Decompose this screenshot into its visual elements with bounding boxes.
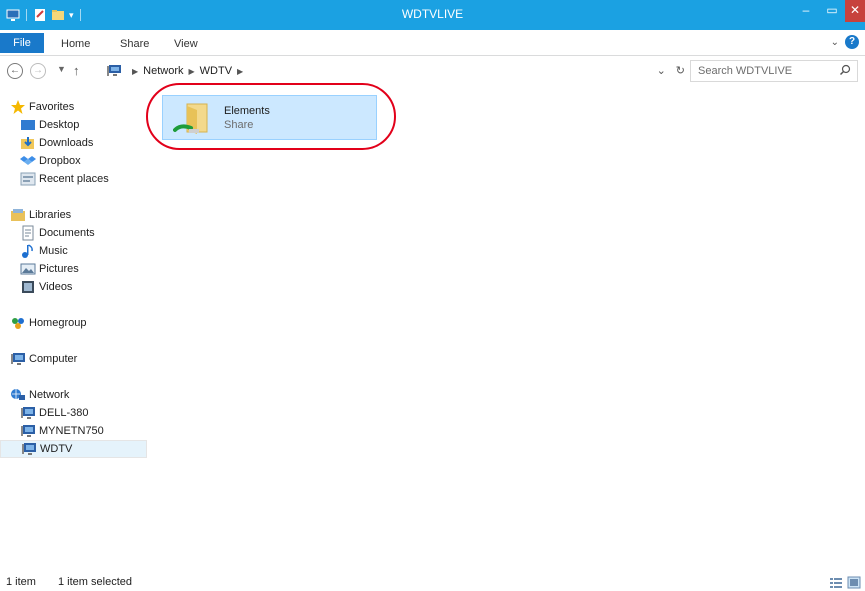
recent-locations-dropdown[interactable]: ▼ [57, 64, 66, 74]
search-icon[interactable] [839, 64, 851, 76]
nav-favorites[interactable]: Favorites [0, 98, 147, 116]
nav-label: Homegroup [29, 317, 87, 329]
nav-label: Downloads [39, 137, 94, 149]
large-icons-view-icon[interactable] [847, 576, 861, 589]
nav-music[interactable]: Music [0, 242, 147, 260]
breadcrumb-network[interactable]: Network [143, 65, 183, 77]
nav-desktop[interactable]: Desktop [0, 116, 147, 134]
ribbon-tabs: File Home Share View ⌄ ? [0, 30, 865, 56]
breadcrumb-chevron-icon[interactable]: ▶ [189, 67, 195, 76]
nav-label: DELL-380 [39, 407, 89, 419]
nav-label: Libraries [29, 209, 72, 221]
nav-label: Videos [39, 281, 73, 293]
window-title: WDTVLIVE [401, 7, 464, 21]
network-computer-icon [107, 65, 121, 76]
nav-documents[interactable]: Documents [0, 224, 147, 242]
details-view-icon[interactable] [829, 576, 843, 589]
nav-downloads[interactable]: Downloads [0, 134, 147, 152]
help-icon[interactable]: ? [845, 35, 859, 49]
homegroup-icon [12, 318, 24, 329]
nav-label: Pictures [39, 263, 79, 275]
title-bar: ▾ WDTVLIVE – ▭ ✕ [0, 0, 865, 30]
tab-home[interactable]: Home [61, 35, 90, 53]
nav-label: Favorites [29, 101, 75, 113]
nav-computer[interactable]: Computer [0, 350, 147, 368]
nav-recent-places[interactable]: Recent places [0, 170, 147, 188]
computer-icon [11, 353, 25, 365]
address-controls: ⌄ ↻ [657, 64, 685, 77]
nav-label: Documents [39, 227, 95, 239]
nav-network[interactable]: Network [0, 386, 147, 404]
item-name: Elements [224, 105, 270, 117]
music-icon [22, 244, 33, 258]
recent-places-icon [20, 172, 36, 186]
pictures-icon [20, 263, 36, 275]
maximize-button[interactable]: ▭ [819, 0, 845, 22]
status-bar: 1 item 1 item selected [0, 576, 865, 591]
item-type: Share [224, 119, 254, 131]
breadcrumb-chevron-icon[interactable]: ▶ [132, 67, 138, 76]
minimize-button[interactable]: – [793, 0, 819, 22]
refresh-icon[interactable]: ↻ [676, 64, 685, 77]
address-bar[interactable]: ▶ Network ▶ WDTV ▶ ⌄ ↻ [104, 60, 686, 82]
share-item-elements[interactable]: Elements Share [162, 95, 377, 140]
window-controls: – ▭ ✕ [793, 0, 865, 22]
tab-view[interactable]: View [174, 35, 198, 53]
nav-mynetn750[interactable]: MYNETN750 [0, 422, 147, 440]
forward-button[interactable]: → [30, 63, 46, 79]
address-row: ← → ▼ ↑ ▶ Network ▶ WDTV ▶ ⌄ ↻ Search WD… [0, 56, 865, 86]
nav-label: MYNETN750 [39, 425, 104, 437]
network-icon [11, 389, 25, 400]
dropbox-icon [20, 156, 36, 165]
search-box[interactable]: Search WDTVLIVE [690, 60, 858, 82]
star-icon [11, 100, 25, 114]
search-input[interactable]: Search WDTVLIVE [698, 65, 792, 77]
nav-videos[interactable]: Videos [0, 278, 147, 296]
documents-icon [22, 225, 34, 241]
up-button[interactable]: ↑ [73, 63, 80, 78]
breadcrumb-chevron-icon[interactable]: ▶ [237, 67, 243, 76]
nav-pictures[interactable]: Pictures [0, 260, 147, 278]
selected-count: 1 item selected [58, 576, 132, 588]
downloads-icon [21, 137, 34, 149]
nav-libraries[interactable]: Libraries [0, 206, 147, 224]
desktop-icon [21, 120, 35, 130]
computer-icon [21, 425, 35, 437]
expand-ribbon-icon[interactable]: ⌄ [831, 37, 839, 48]
nav-wdtv[interactable]: WDTV [0, 440, 147, 458]
item-count: 1 item [6, 576, 36, 588]
tab-share[interactable]: Share [120, 35, 149, 53]
nav-dell-380[interactable]: DELL-380 [0, 404, 147, 422]
view-buttons [829, 576, 861, 589]
nav-label: Computer [29, 353, 78, 365]
nav-label: WDTV [40, 443, 73, 455]
computer-icon [21, 407, 35, 419]
nav-label: Music [39, 245, 68, 257]
navigation-pane: Favorites Desktop Downloads Dropbox Rece… [0, 86, 148, 576]
nav-label: Recent places [39, 173, 109, 185]
nav-dropbox[interactable]: Dropbox [0, 152, 147, 170]
libraries-icon [11, 209, 25, 221]
nav-homegroup[interactable]: Homegroup [0, 314, 147, 332]
shared-folder-icon [173, 103, 208, 134]
nav-label: Dropbox [39, 155, 81, 167]
address-history-dropdown[interactable]: ⌄ [657, 64, 666, 77]
breadcrumb-wdtv[interactable]: WDTV [200, 65, 232, 77]
nav-label: Desktop [39, 119, 80, 131]
back-button[interactable]: ← [7, 63, 23, 79]
file-list[interactable]: Elements Share [148, 86, 865, 576]
videos-icon [22, 281, 34, 293]
close-button[interactable]: ✕ [845, 0, 865, 22]
ribbon-right-controls: ⌄ ? [831, 35, 859, 49]
nav-label: Network [29, 389, 70, 401]
tab-file[interactable]: File [0, 33, 44, 53]
computer-icon [22, 443, 36, 455]
